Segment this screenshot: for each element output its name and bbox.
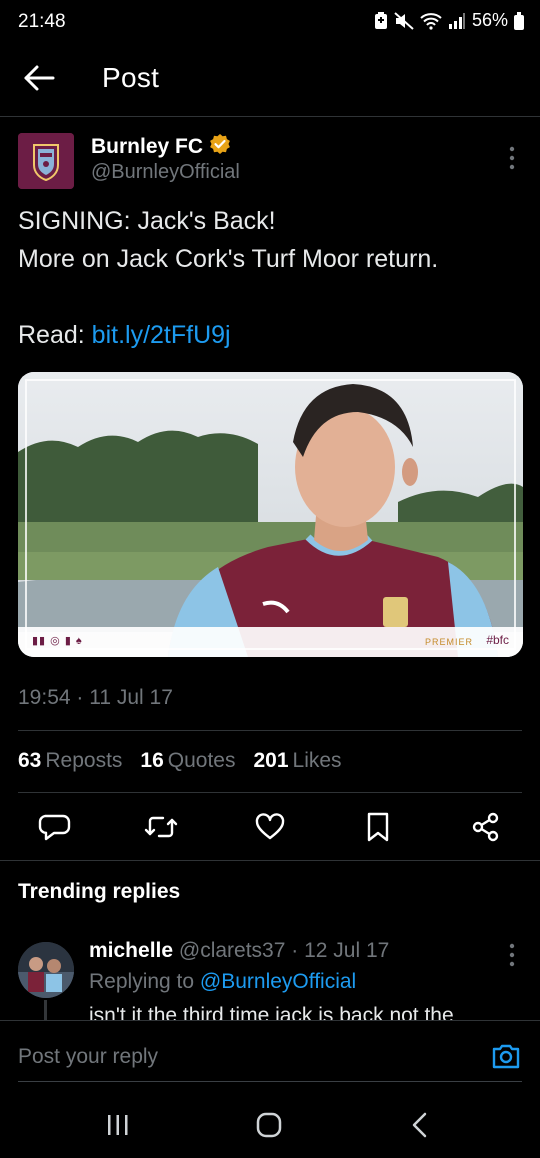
reply-thread-line [44,1000,47,1020]
reply-header: michelle @clarets37 · 12 Jul 17 [89,939,389,963]
author-name[interactable]: Burnley FC [91,133,231,161]
reply-text: isn't it the third time jack is back not… [89,1004,454,1020]
like-icon[interactable] [253,810,287,844]
battery-text: 56% [471,10,508,30]
status-bar: 21:48 56% [0,0,540,48]
status-time: 21:48 [18,11,66,32]
signal-icon [448,12,466,30]
reply-input[interactable]: Post your reply [18,1045,158,1069]
trending-replies-title: Trending replies [18,880,181,903]
actions-divider [0,860,540,861]
quotes-stat[interactable]: 16 Quotes [140,749,235,773]
reply-avatar[interactable] [18,942,74,998]
header-divider [0,116,540,117]
tweet-media-image[interactable]: ▮▮ ◎ ▮ ♠ PREMIER #bfc [18,372,523,657]
tweet-line-2: More on Jack Cork's Turf Moor return. [18,245,439,273]
wifi-icon [420,12,442,30]
sponsor-text: PREMIER [424,637,473,647]
composer-divider-top [0,1020,540,1021]
reply-more-options-icon[interactable] [502,942,522,968]
tweet-timestamp: 19:54 · 11 Jul 17 [18,686,173,709]
repost-icon[interactable] [144,810,178,844]
reply-text-container: isn't it the third time jack is back not… [89,1003,529,1020]
composer-divider-bottom [18,1081,522,1082]
stats-divider-bottom [18,792,522,793]
tweet-text: SIGNING: Jack's Back! More on Jack Cork'… [18,202,528,354]
reply-author-name[interactable]: michelle [89,939,173,962]
back-arrow-icon[interactable] [22,62,58,94]
media-hashtag: #bfc [486,633,509,647]
social-media-icons: ▮▮ ◎ ▮ ♠ [32,635,83,647]
tweet-stats: 63 Reposts 16 Quotes 201 Likes [18,749,342,773]
tweet-link[interactable]: bit.ly/2tFfU9j [92,321,231,349]
share-icon[interactable] [469,810,503,844]
reply-icon[interactable] [37,810,71,844]
status-icons: 56% [374,10,524,31]
reply-handle-time: @clarets37 · 12 Jul 17 [173,939,390,962]
bookmark-icon[interactable] [361,810,395,844]
likes-stat[interactable]: 201 Likes [253,749,341,773]
reposts-stat[interactable]: 63 Reposts [18,749,122,773]
replying-to-handle[interactable]: @BurnleyOfficial [200,970,356,993]
camera-icon[interactable] [490,1040,522,1072]
stats-divider-top [18,730,522,731]
recent-apps-icon[interactable] [98,1108,138,1142]
mute-icon [394,11,414,30]
page-title: Post [102,62,160,93]
author-avatar[interactable] [18,133,74,189]
back-icon[interactable] [400,1108,440,1142]
home-icon[interactable] [249,1108,289,1142]
author-name-text: Burnley FC [91,135,204,158]
replying-to: Replying to @BurnleyOfficial [89,970,356,994]
verified-badge-icon [209,133,231,161]
replying-to-prefix: Replying to [89,970,200,993]
battery-icon [514,11,524,30]
battery-saver-icon [374,11,388,30]
author-handle[interactable]: @BurnleyOfficial [91,161,240,184]
tweet-line-1: SIGNING: Jack's Back! [18,207,276,235]
read-label: Read: [18,321,92,349]
more-options-icon[interactable] [502,145,522,171]
